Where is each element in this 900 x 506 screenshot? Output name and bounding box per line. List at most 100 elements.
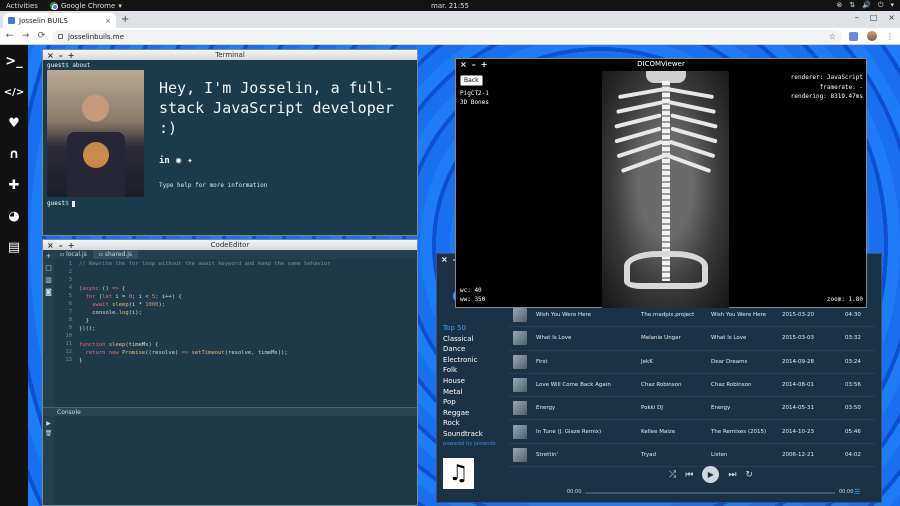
genre-item[interactable]: Classical [443, 334, 503, 345]
help-text: Type help for more information [159, 182, 268, 189]
powered-by-link[interactable]: powered by jamendo [443, 440, 503, 449]
dock-headphones-icon[interactable]: ∩ [3, 143, 25, 165]
lock-icon[interactable] [58, 34, 63, 39]
play-button[interactable]: ▶ [702, 466, 720, 483]
dock-code-icon[interactable]: </> [3, 81, 25, 103]
track-row[interactable]: First JekK Dear Dreams 2014-09-28 03:24 [509, 351, 875, 374]
genre-item[interactable]: Soundtrack [443, 429, 503, 440]
genre-item[interactable]: Rock [443, 418, 503, 429]
back-button[interactable]: Back [460, 75, 483, 86]
tray-chevron-icon[interactable]: ▾ [890, 1, 894, 10]
dataset-name: PigCT2-1 [460, 90, 489, 97]
dock-notes-icon[interactable]: ▤ [3, 236, 25, 258]
camera-icon[interactable]: ◙ [45, 288, 52, 296]
chrome-menu-icon[interactable]: ⋮ [886, 32, 894, 41]
genre-item[interactable]: Reggae [443, 408, 503, 419]
minimize-icon[interactable]: – [59, 51, 63, 60]
bookmark-star-icon[interactable]: ☆ [829, 32, 836, 41]
clock[interactable]: mar. 21:55 [431, 2, 469, 10]
seek-bar[interactable] [585, 492, 835, 494]
twitter-icon[interactable]: ✦ [187, 156, 192, 166]
track-row[interactable]: Strettin' Tryad Listen 2006-12-21 04:02 [509, 444, 875, 468]
url-input[interactable]: josselinbuils.me ☆ [52, 30, 842, 43]
tab-local-js[interactable]: ▫ local.js [54, 250, 93, 259]
network-icon[interactable]: ⇅ [849, 1, 855, 10]
line-number: 13 [65, 357, 72, 363]
code-line: } [79, 358, 83, 364]
new-file-icon[interactable]: + [46, 252, 52, 260]
track-row[interactable]: In Tune (J. Glaze Remix) Kellee Maize The … [509, 420, 875, 444]
profile-photo [47, 70, 144, 197]
trash-icon[interactable]: 🗑 [45, 430, 53, 437]
linkedin-icon[interactable]: in [159, 156, 170, 166]
maximize-window-button[interactable]: □ [870, 13, 878, 22]
zoom-label: zoom: 1.80 [826, 296, 863, 303]
format-icon[interactable]: ▥ [45, 276, 52, 284]
dock-terminal-icon[interactable]: >_ [3, 50, 25, 72]
dicom-viewport[interactable]: Back PigCT2-1 3D Bones renderer: JavaScr… [456, 69, 866, 308]
track-thumbnail [513, 424, 527, 439]
tab-shared-js[interactable]: ▫ shared.js [92, 250, 138, 259]
genre-item[interactable]: Metal [443, 387, 503, 398]
genre-item[interactable]: Dance [443, 344, 503, 355]
social-links: in ◉ ✦ [159, 156, 193, 166]
power-icon[interactable]: ⏻ [878, 1, 884, 10]
track-row[interactable]: What Is Love Melanie Ungar What Is Love 201… [509, 327, 875, 351]
maximize-icon[interactable]: + [481, 60, 488, 69]
maximize-icon[interactable]: + [68, 241, 75, 250]
playlist-icon[interactable]: ☰ [854, 488, 860, 496]
browser-tab[interactable]: Josselin BUILS × [3, 13, 116, 28]
file-icon[interactable]: □ [45, 264, 52, 272]
previous-icon[interactable]: ⏮ [685, 470, 693, 480]
genre-item[interactable]: House [443, 376, 503, 387]
close-icon[interactable]: × [47, 241, 54, 250]
dicom-titlebar[interactable]: × – + DICOMViewer [456, 59, 866, 69]
forward-icon[interactable]: → [19, 31, 32, 41]
new-tab-button[interactable]: + [121, 14, 129, 25]
close-icon[interactable]: × [47, 51, 54, 60]
dock-heartbeat-icon[interactable]: ♥ [3, 112, 25, 134]
track-row[interactable]: Love Will Come Back Again Chaz Robinson Ch… [509, 374, 875, 398]
volume-icon[interactable]: 🔊 [862, 1, 871, 10]
close-icon[interactable]: × [441, 255, 448, 264]
shuffle-icon[interactable]: ⤮ [669, 470, 676, 480]
code-area[interactable]: 1 2 3 4 5 6 7 8 9 10 11 12 13 // Rewrite the for loo… [54, 259, 417, 407]
dock-gamepad-icon[interactable]: ✚ [3, 174, 25, 196]
ct-bone-render[interactable] [602, 71, 729, 308]
editor-titlebar[interactable]: × – + CodeEditor [43, 240, 417, 250]
repeat-icon[interactable]: ↻ [745, 470, 753, 480]
terminal-body[interactable]: guest$ about Hey, I'm Josselin, a full-s… [43, 60, 417, 235]
profile-avatar[interactable] [867, 31, 877, 41]
window-controls: × – + [47, 51, 74, 60]
genre-item[interactable]: Folk [443, 365, 503, 376]
terminal-window: × – + Terminal guest$ about Hey, I'm Jos… [42, 49, 418, 236]
genre-item[interactable]: Top 50 [443, 323, 503, 334]
command-input[interactable]: guest$ [47, 200, 76, 207]
window-level-info: wc: 40 ww: 350 [460, 286, 485, 304]
activities-button[interactable]: Activities [6, 2, 38, 10]
genre-item[interactable]: Electronic [443, 355, 503, 366]
github-icon[interactable]: ◉ [176, 156, 181, 166]
minimize-window-button[interactable]: – [855, 13, 859, 22]
run-icon[interactable]: ▶ [46, 420, 51, 427]
minimize-icon[interactable]: – [59, 241, 63, 250]
window-title: Terminal [215, 51, 245, 59]
genre-item[interactable]: Pop [443, 397, 503, 408]
close-window-button[interactable]: × [888, 13, 895, 22]
extension-icon[interactable] [849, 31, 858, 41]
terminal-titlebar[interactable]: × – + Terminal [43, 50, 417, 60]
dock-reddit-icon[interactable]: ◕ [3, 205, 25, 227]
next-icon[interactable]: ⏭ [728, 470, 736, 480]
minimize-icon[interactable]: – [472, 60, 476, 69]
close-icon[interactable]: × [460, 60, 467, 69]
maximize-icon[interactable]: + [68, 51, 75, 60]
back-icon[interactable]: ← [3, 31, 16, 41]
window-title: CodeEditor [210, 241, 250, 249]
track-row[interactable]: Energy Pokki DJ Energy 2014-05-31 03:50 [509, 397, 875, 421]
app-menu[interactable]: Google Chrome ▾ [49, 1, 122, 10]
reload-icon[interactable]: ⟳ [35, 31, 48, 41]
tab-close-icon[interactable]: × [105, 17, 111, 25]
accessibility-icon[interactable]: ⊗ [836, 1, 842, 10]
system-tray[interactable]: ⊗ ⇅ 🔊 ⏻ ▾ [836, 1, 894, 10]
console-header[interactable]: Console [43, 407, 417, 416]
